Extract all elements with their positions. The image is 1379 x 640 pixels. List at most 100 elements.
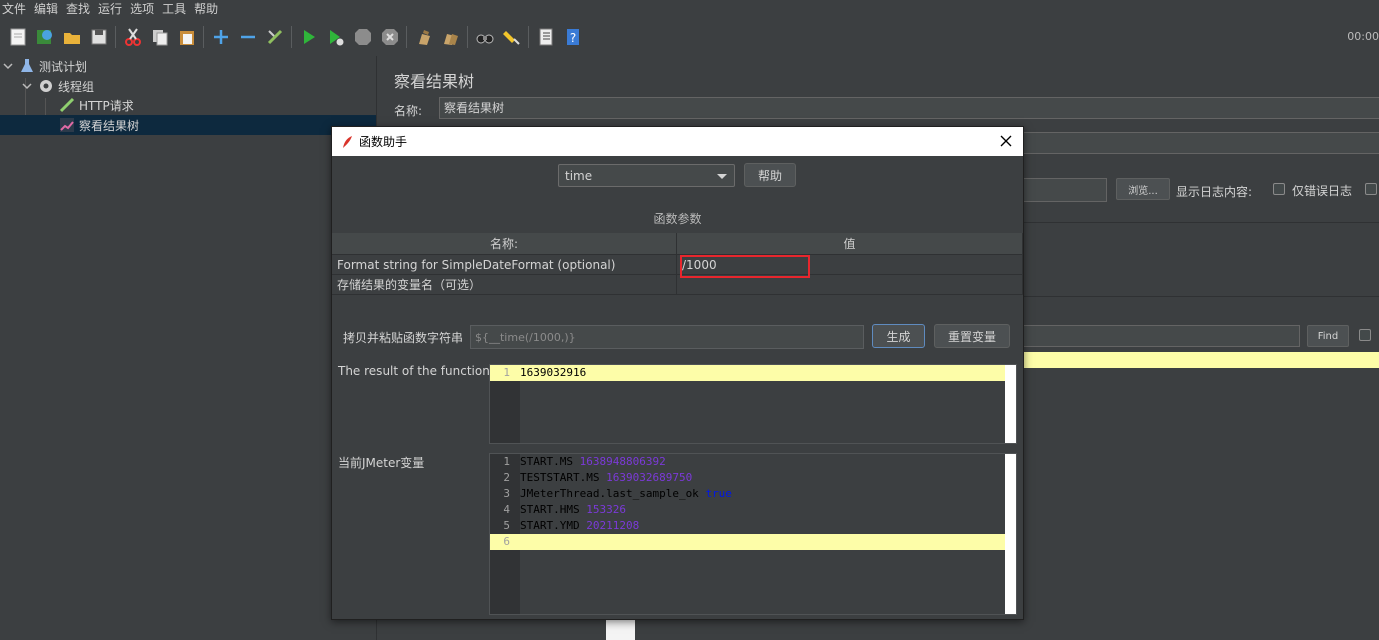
tree-item-view-results-tree[interactable]: 察看结果树 xyxy=(0,115,376,135)
menu-help[interactable]: 帮助 xyxy=(192,0,224,18)
chevron-down-icon xyxy=(717,174,727,179)
params-table: 名称: 值 Format string for SimpleDateFormat… xyxy=(332,233,1023,297)
function-select[interactable]: time xyxy=(558,164,735,187)
gear-icon xyxy=(37,77,55,95)
menu-tools[interactable]: 工具 xyxy=(160,0,192,18)
case-sensitive-checkbox[interactable] xyxy=(1359,329,1371,341)
code-line: 5 START.YMD 20211208 xyxy=(490,518,1016,534)
tree-item-label: 测试计划 xyxy=(39,59,88,74)
help-icon[interactable]: ? xyxy=(562,26,584,48)
comments-field[interactable] xyxy=(1023,132,1379,154)
shutdown-icon[interactable] xyxy=(379,26,401,48)
log-content-label: 显示日志内容: xyxy=(1176,185,1253,199)
variable-entry: TESTSTART.MS 1639032689750 xyxy=(520,470,692,486)
line-number: 2 xyxy=(503,471,510,484)
function-select-value: time xyxy=(565,168,593,183)
tree-item-label: 察看结果树 xyxy=(79,118,140,133)
cut-icon[interactable] xyxy=(122,26,144,48)
column-header-value[interactable]: 值 xyxy=(677,233,1023,255)
code-line: 4 START.HMS 153326 xyxy=(490,502,1016,518)
browse-button[interactable]: 浏览... xyxy=(1116,178,1170,200)
open-icon[interactable] xyxy=(61,26,83,48)
line-number: 1 xyxy=(503,366,510,379)
code-line: 6 xyxy=(490,534,1016,550)
column-header-name[interactable]: 名称: xyxy=(332,233,677,255)
save-icon[interactable] xyxy=(88,26,110,48)
start-icon[interactable] xyxy=(298,26,320,48)
filename-field[interactable] xyxy=(1023,178,1107,202)
copy-icon[interactable] xyxy=(149,26,171,48)
dialog-titlebar[interactable]: 函数助手 xyxy=(332,127,1023,156)
start-no-pause-icon[interactable] xyxy=(325,26,347,48)
find-button[interactable]: Find xyxy=(1307,325,1349,347)
params-section-title: 函数参数 xyxy=(653,212,702,226)
function-helper-dialog: 函数助手 time 帮助 函数参数 名称: 值 Format string fo… xyxy=(331,126,1024,620)
templates-icon[interactable] xyxy=(34,26,56,48)
close-icon[interactable] xyxy=(997,132,1015,150)
search-field[interactable] xyxy=(1023,325,1300,347)
response-highlight-line xyxy=(1023,352,1379,368)
variable-key: TESTSTART.MS xyxy=(520,471,600,484)
generate-button[interactable]: 生成 xyxy=(872,324,925,348)
toolbar-separator xyxy=(467,26,468,48)
chevron-down-icon[interactable] xyxy=(21,80,33,92)
menu-search[interactable]: 查找 xyxy=(64,0,96,18)
reset-search-icon[interactable] xyxy=(501,26,523,48)
tree-item-label: 线程组 xyxy=(58,79,95,94)
param-name-cell[interactable]: 存储结果的变量名（可选） xyxy=(332,275,677,295)
toolbar: ? xyxy=(0,20,1379,54)
code-line: 1 1639032916 xyxy=(490,365,1016,381)
line-number: 5 xyxy=(503,519,510,532)
variable-value: 153326 xyxy=(586,503,626,516)
param-value-cell[interactable] xyxy=(677,275,1023,295)
copy-paste-label: 拷贝并粘贴函数字符串 xyxy=(343,331,464,345)
name-label: 名称: xyxy=(394,104,423,118)
variable-entry: JMeterThread.last_sample_ok true xyxy=(520,486,732,502)
add-icon[interactable] xyxy=(210,26,232,48)
tree-item-http-request[interactable]: HTTP请求 xyxy=(58,95,376,115)
result-label: The result of the function is xyxy=(338,364,504,378)
search-icon[interactable] xyxy=(474,26,496,48)
menu-edit[interactable]: 编辑 xyxy=(32,0,64,18)
function-string-field[interactable]: ${__time(/1000,)} xyxy=(470,325,864,349)
name-field[interactable]: 察看结果树 xyxy=(439,97,1379,119)
variable-key: JMeterThread.last_sample_ok xyxy=(520,487,699,500)
code-line: 2 TESTSTART.MS 1639032689750 xyxy=(490,470,1016,486)
function-helper-icon[interactable] xyxy=(535,26,557,48)
param-name-cell[interactable]: Format string for SimpleDateFormat (opti… xyxy=(332,255,677,275)
result-value: 1639032916 xyxy=(520,366,587,379)
new-icon[interactable] xyxy=(7,26,29,48)
chevron-down-icon[interactable] xyxy=(2,60,14,72)
stop-icon[interactable] xyxy=(352,26,374,48)
line-number: 4 xyxy=(503,503,510,516)
pencil-icon xyxy=(58,96,76,114)
toggle-icon[interactable] xyxy=(264,26,286,48)
tree-item-test-plan[interactable]: 测试计划 xyxy=(2,56,376,76)
toolbar-separator xyxy=(203,26,204,48)
toolbar-separator xyxy=(406,26,407,48)
test-plan-tree: 测试计划 线程组 HTTP请求 察看结果树 xyxy=(0,56,376,640)
scrollbar[interactable] xyxy=(1005,454,1016,614)
line-number: 6 xyxy=(503,535,510,548)
variable-entry: START.HMS 153326 xyxy=(520,502,626,518)
tree-item-thread-group[interactable]: 线程组 xyxy=(21,76,376,96)
help-button[interactable]: 帮助 xyxy=(744,163,796,187)
successes-only-checkbox[interactable] xyxy=(1365,183,1377,195)
scroll-thumb[interactable] xyxy=(606,620,635,640)
feather-icon xyxy=(341,135,355,149)
clear-icon[interactable] xyxy=(413,26,435,48)
menu-options[interactable]: 选项 xyxy=(128,0,160,18)
scrollbar[interactable] xyxy=(1005,365,1016,443)
paste-icon[interactable] xyxy=(176,26,198,48)
menu-run[interactable]: 运行 xyxy=(96,0,128,18)
toolbar-separator xyxy=(115,26,116,48)
clear-all-icon[interactable] xyxy=(440,26,462,48)
elapsed-time: 00:00 xyxy=(1347,30,1379,43)
reset-variables-button[interactable]: 重置变量 xyxy=(934,324,1010,348)
remove-icon[interactable] xyxy=(237,26,259,48)
flask-icon xyxy=(18,57,36,75)
result-editor[interactable]: 1 1639032916 xyxy=(489,364,1017,444)
errors-only-checkbox[interactable] xyxy=(1273,183,1285,195)
menu-file[interactable]: 文件 xyxy=(0,0,32,18)
variables-editor[interactable]: 1 START.MS 1638948806392 2 TESTSTART.MS … xyxy=(489,453,1017,615)
